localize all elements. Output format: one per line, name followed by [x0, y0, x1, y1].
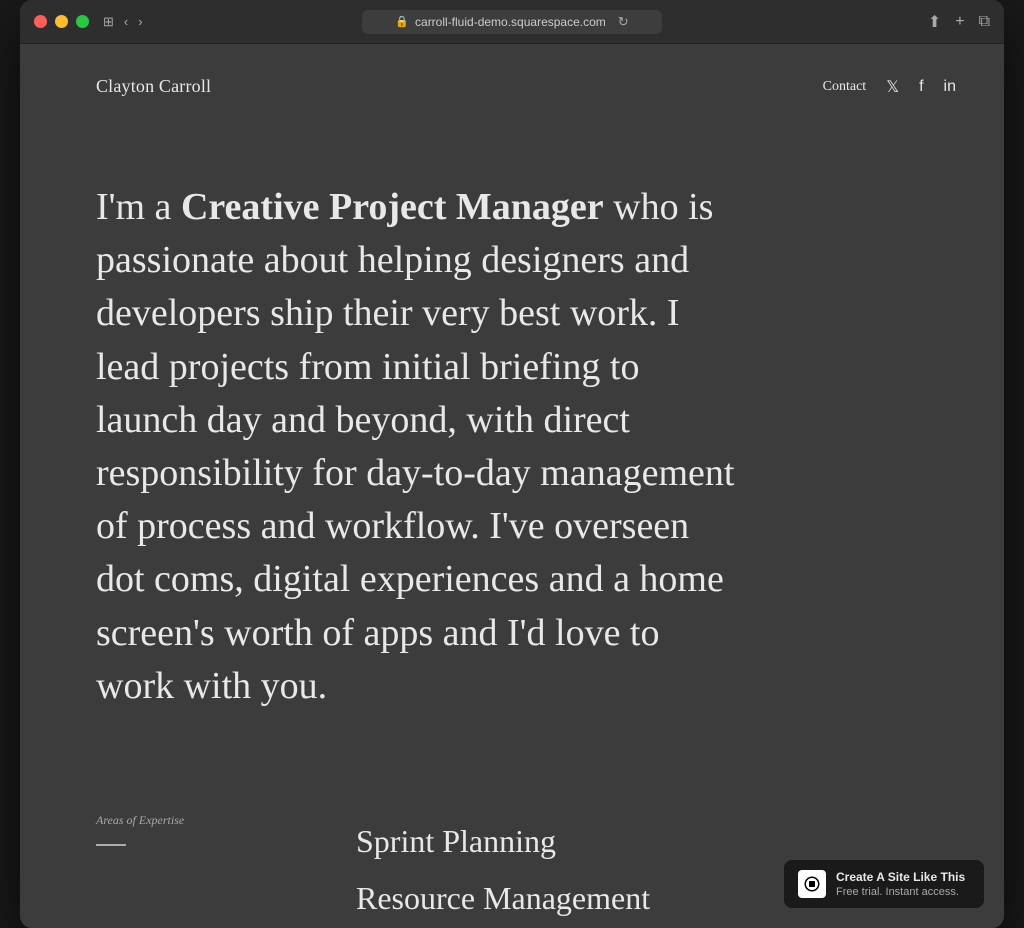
hero-text-before: I'm a: [96, 186, 181, 228]
site-nav: Contact 𝕏 f in: [823, 77, 956, 97]
maximize-button[interactable]: [76, 15, 89, 28]
refresh-icon[interactable]: ↻: [618, 14, 629, 30]
squarespace-svg: [803, 875, 821, 893]
browser-window: ⊞ ‹ › 🔒 carroll-fluid-demo.squarespace.c…: [20, 0, 1004, 928]
forward-button[interactable]: ›: [138, 14, 142, 30]
twitter-link[interactable]: 𝕏: [886, 77, 899, 97]
ss-badge-text-group: Create A Site Like This Free trial. Inst…: [836, 870, 965, 898]
lock-icon: 🔒: [395, 15, 409, 28]
url-text: carroll-fluid-demo.squarespace.com: [415, 15, 606, 29]
expertise-label: Areas of Expertise: [96, 813, 356, 828]
squarespace-badge[interactable]: Create A Site Like This Free trial. Inst…: [784, 860, 984, 908]
contact-link[interactable]: Contact: [823, 79, 867, 95]
title-bar: ⊞ ‹ › 🔒 carroll-fluid-demo.squarespace.c…: [20, 0, 1004, 44]
site-header: Clayton Carroll Contact 𝕏 f in: [20, 44, 1004, 121]
facebook-link[interactable]: f: [919, 78, 923, 96]
share-icon[interactable]: ⬆: [928, 12, 941, 32]
hero-text: I'm a Creative Project Manager who is pa…: [96, 181, 744, 713]
close-button[interactable]: [34, 15, 47, 28]
linkedin-link[interactable]: in: [944, 78, 956, 96]
back-button[interactable]: ‹: [124, 14, 128, 30]
minimize-button[interactable]: [55, 15, 68, 28]
tabs-icon[interactable]: ⧉: [979, 13, 990, 31]
window-controls: ⊞ ‹ ›: [103, 14, 143, 30]
ss-badge-subtitle: Free trial. Instant access.: [836, 886, 965, 898]
toolbar-right: ⬆ + ⧉: [928, 12, 990, 32]
ss-badge-title: Create A Site Like This: [836, 870, 965, 884]
site-logo[interactable]: Clayton Carroll: [96, 76, 211, 97]
expertise-divider: [96, 844, 126, 846]
address-bar[interactable]: 🔒 carroll-fluid-demo.squarespace.com ↻: [362, 10, 662, 34]
traffic-lights: [34, 15, 89, 28]
squarespace-logo-icon: [798, 870, 826, 898]
new-tab-icon[interactable]: +: [955, 13, 964, 31]
site-content: Clayton Carroll Contact 𝕏 f in I'm a Cre…: [20, 44, 1004, 928]
hero-bold-text: Creative Project Manager: [181, 186, 604, 228]
hero-text-after: who is passionate about helping designer…: [96, 186, 734, 707]
hero-section: I'm a Creative Project Manager who is pa…: [20, 121, 820, 793]
sidebar-toggle-icon[interactable]: ⊞: [103, 14, 114, 30]
expertise-left: Areas of Expertise: [96, 813, 356, 928]
